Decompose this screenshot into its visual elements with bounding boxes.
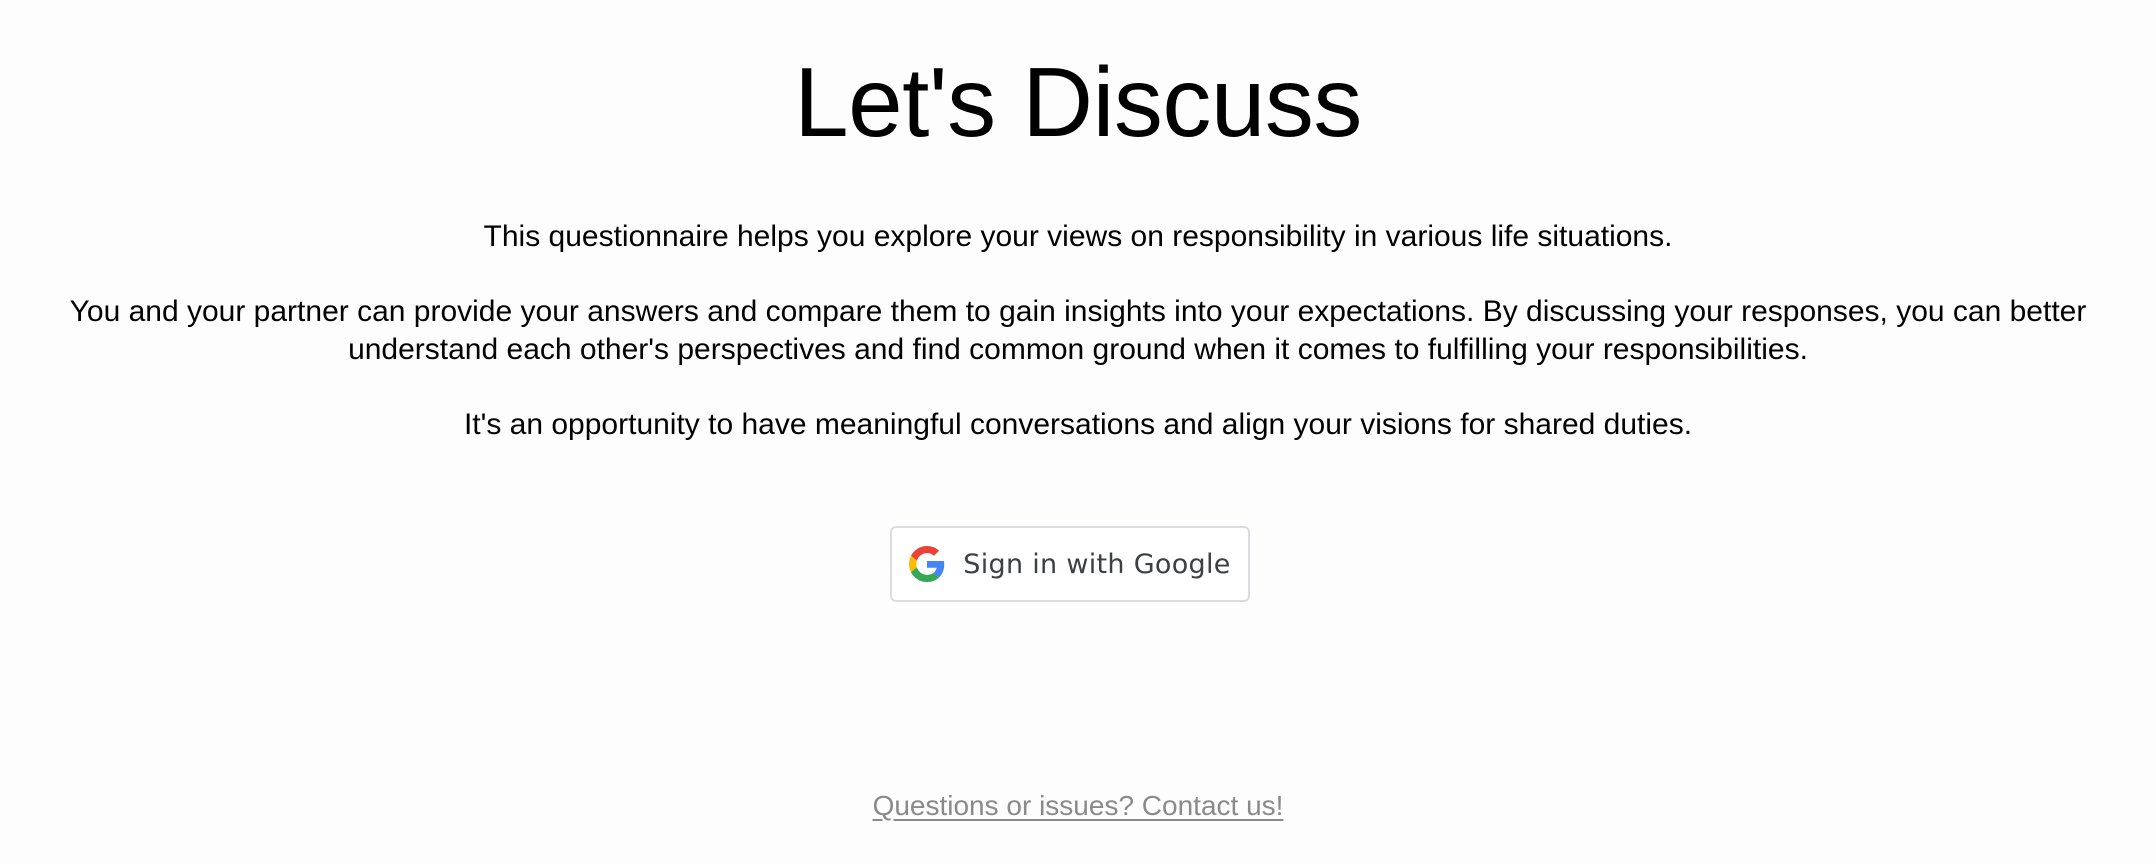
google-sign-in-label: Sign in with Google [963, 548, 1231, 580]
intro-paragraph: You and your partner can provide your an… [69, 295, 2087, 366]
intro-paragraph: This questionnaire helps you explore you… [483, 220, 1673, 253]
intro-text: This questionnaire helps you explore you… [24, 218, 2132, 444]
landing-page: Let's Discuss This questionnaire helps y… [0, 0, 2156, 864]
google-g-icon [909, 546, 945, 582]
page-title: Let's Discuss [794, 47, 1362, 157]
intro-paragraph: It's an opportunity to have meaningful c… [463, 408, 1693, 441]
google-sign-in-button[interactable]: Sign in with Google [890, 526, 1250, 602]
contact-us-link[interactable]: Questions or issues? Contact us! [0, 788, 2156, 824]
